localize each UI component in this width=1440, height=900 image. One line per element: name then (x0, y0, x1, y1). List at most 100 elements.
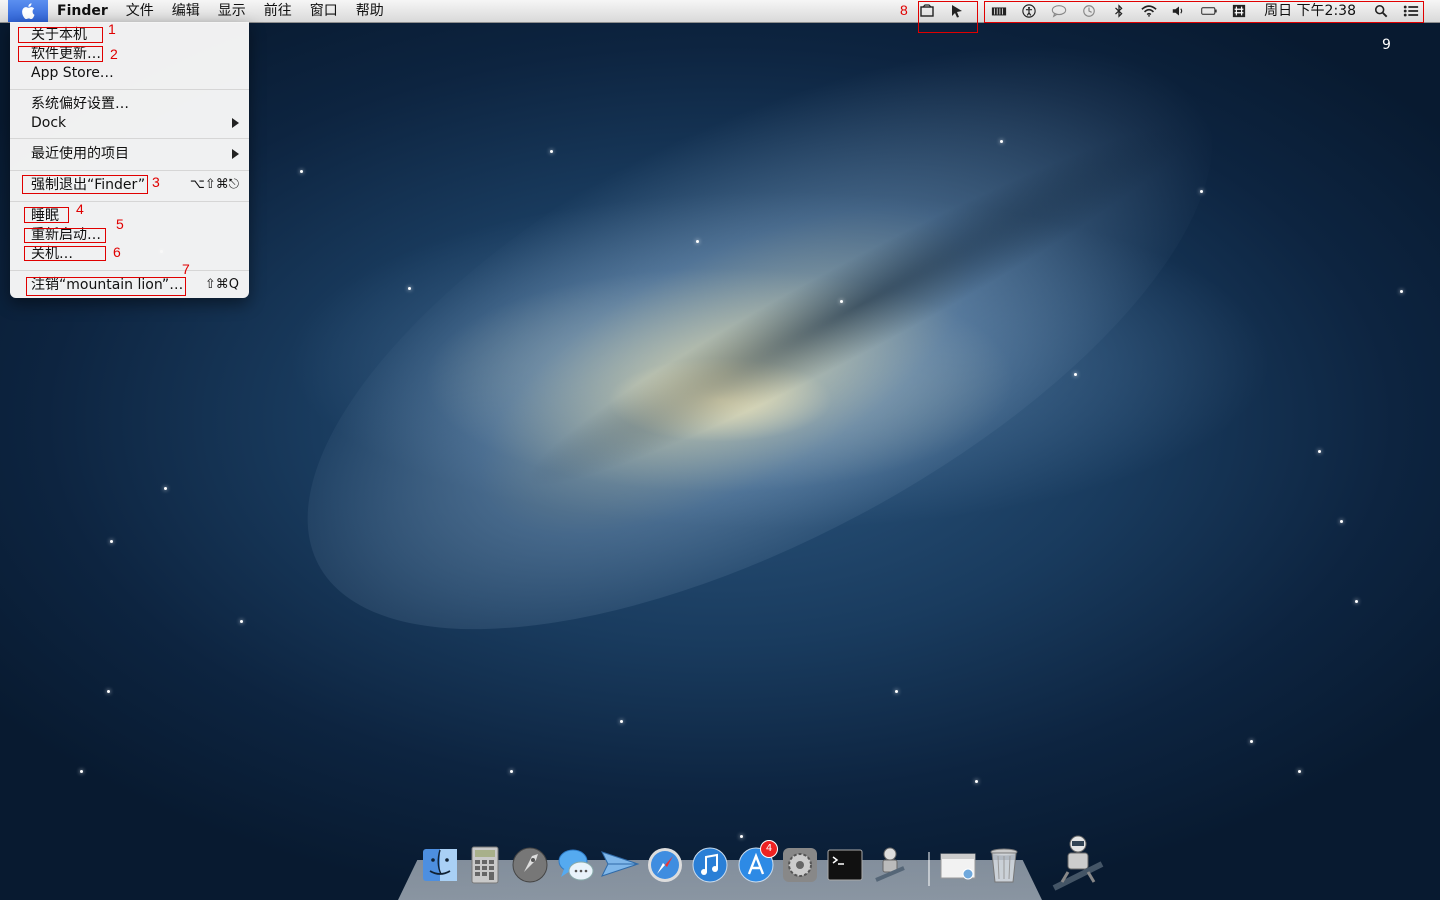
time-machine-icon[interactable] (1074, 0, 1104, 22)
cursor-icon[interactable] (942, 0, 972, 22)
menu-window[interactable]: 窗口 (301, 0, 347, 22)
app-store-badge: 4 (760, 840, 778, 858)
star (164, 487, 167, 490)
dock-item-mail[interactable] (600, 844, 640, 886)
finder-icon (423, 849, 457, 881)
annotation-label-2: 2 (110, 46, 118, 62)
dock-item-calculator[interactable] (465, 844, 505, 886)
messages-icon (558, 849, 594, 881)
menu-separator (10, 201, 249, 202)
dock-item-trash[interactable] (984, 844, 1024, 886)
apple-menu-dropdown: 关于本机 软件更新… App Store… 系统偏好设置… Dock 最近使用的… (10, 22, 249, 298)
star (110, 540, 113, 543)
force-quit-shortcut: ⌥⇧⌘⎋ (189, 177, 239, 192)
submenu-arrow-icon (232, 149, 239, 159)
star (895, 690, 898, 693)
menu-item-app-store[interactable]: App Store… (31, 63, 114, 83)
speech-bubble-icon[interactable] (1044, 0, 1074, 22)
preview-icon (940, 853, 976, 880)
menu-item-log-out[interactable]: 注销“mountain lion”… (31, 275, 183, 295)
star (975, 780, 978, 783)
annotation-label-3: 3 (152, 174, 160, 190)
safari-icon (648, 848, 682, 882)
dock-item-app-store[interactable]: 4 (736, 840, 778, 886)
menu-bar: Finder 文件 编辑 显示 前往 窗口 帮助 周日 下午2:38 (0, 0, 1440, 23)
menu-item-recent-items[interactable]: 最近使用的项目 (31, 144, 129, 164)
accessibility-icon[interactable] (1014, 0, 1044, 22)
status-area: 周日 下午2:38 (912, 0, 1440, 22)
menu-item-dock[interactable]: Dock (31, 113, 66, 133)
itunes-icon (692, 847, 728, 883)
automator-robot-icon (1052, 835, 1104, 891)
annotation-label-6: 6 (113, 244, 121, 260)
menu-item-shut-down[interactable]: 关机… (31, 244, 73, 264)
menu-item-software-update[interactable]: 软件更新… (31, 44, 101, 64)
menu-finder[interactable]: Finder (48, 0, 117, 22)
annotation-label-1: 1 (108, 21, 116, 37)
input-method-icon[interactable] (1224, 0, 1254, 22)
menu-separator (10, 138, 249, 139)
menu-edit[interactable]: 编辑 (163, 0, 209, 22)
dock-item-preview[interactable] (938, 844, 978, 886)
dock-item-itunes[interactable] (690, 844, 730, 886)
menu-item-force-quit[interactable]: 强制退出“Finder” (31, 175, 145, 195)
menu-go[interactable]: 前往 (255, 0, 301, 22)
dock-item-finder[interactable] (420, 844, 460, 886)
star (300, 170, 303, 173)
annotation-label-8: 8 (900, 2, 908, 18)
menu-separator (10, 270, 249, 271)
wifi-icon[interactable] (1134, 0, 1164, 22)
mail-icon (601, 851, 640, 877)
notes-icon[interactable] (912, 0, 942, 22)
trash-icon (990, 848, 1018, 883)
dock-item-safari[interactable] (645, 844, 685, 886)
star (408, 287, 411, 290)
star (620, 720, 623, 723)
menu-item-sleep[interactable]: 睡眠 (31, 206, 59, 226)
menu-item-system-preferences[interactable]: 系统偏好设置… (31, 94, 129, 114)
menu-file[interactable]: 文件 (117, 0, 163, 22)
star (1298, 770, 1301, 773)
log-out-shortcut: ⇧⌘Q (204, 277, 239, 292)
menu-item-restart[interactable]: 重新启动… (31, 225, 101, 245)
desktop-automator-icon[interactable] (1050, 832, 1106, 892)
calculator-icon (471, 846, 499, 884)
star (1000, 140, 1003, 143)
dock-item-launchpad[interactable] (510, 844, 550, 886)
menu-help[interactable]: 帮助 (347, 0, 393, 22)
star (1200, 190, 1203, 193)
dock-item-messages[interactable] (556, 844, 596, 886)
dock-item-terminal[interactable] (825, 844, 865, 886)
annotation-label-9: 9 (1382, 37, 1391, 53)
menubar-clock[interactable]: 周日 下午2:38 (1254, 0, 1366, 22)
bluetooth-icon[interactable] (1104, 0, 1134, 22)
dock-item-system-preferences[interactable] (780, 844, 820, 886)
apple-menu-button[interactable] (8, 0, 48, 22)
notification-center-icon[interactable] (1396, 0, 1426, 22)
spotlight-icon[interactable] (1366, 0, 1396, 22)
star (1318, 450, 1321, 453)
menu-view[interactable]: 显示 (209, 0, 255, 22)
battery-level-icon[interactable] (984, 0, 1014, 22)
apple-logo-icon (22, 3, 35, 19)
annotation-label-7: 7 (182, 261, 190, 277)
annotation-label-5: 5 (116, 216, 124, 232)
volume-icon[interactable] (1164, 0, 1194, 22)
star (1250, 740, 1253, 743)
star (840, 300, 843, 303)
star (107, 690, 110, 693)
dock-separator (928, 852, 930, 886)
system-preferences-icon (783, 848, 817, 882)
launchpad-icon (512, 847, 548, 883)
menu-separator (10, 89, 249, 90)
submenu-arrow-icon (232, 118, 239, 128)
star (1400, 290, 1403, 293)
terminal-icon (827, 849, 863, 881)
menu-item-about-this-mac[interactable]: 关于本机 (31, 25, 87, 45)
dock-item-automator[interactable] (870, 844, 910, 886)
annotation-label-4: 4 (76, 201, 84, 217)
star (1074, 373, 1077, 376)
star (550, 150, 553, 153)
star (240, 620, 243, 623)
battery-icon[interactable] (1194, 0, 1224, 22)
